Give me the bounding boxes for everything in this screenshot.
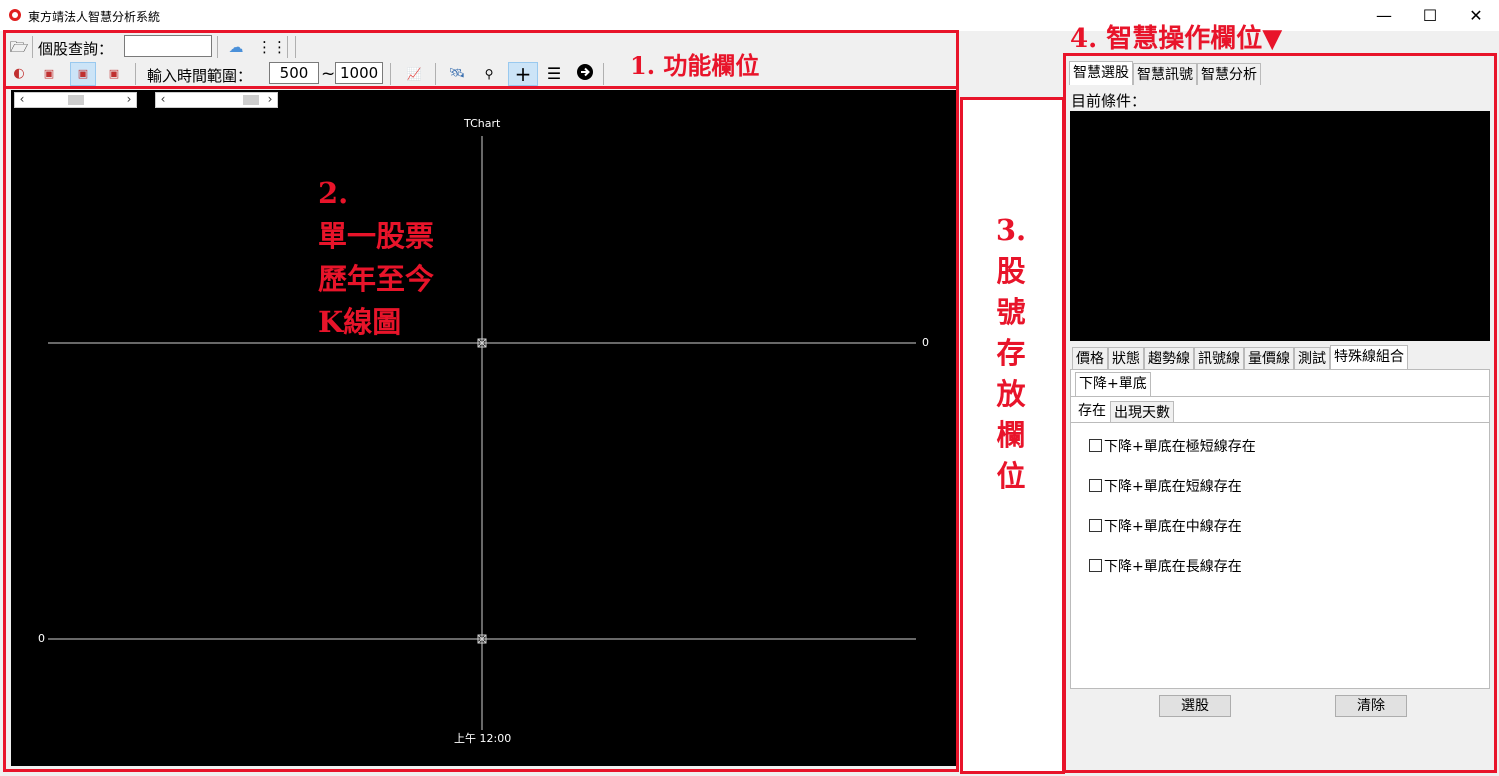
close-button[interactable]: ✕ xyxy=(1453,0,1499,31)
annotation-box-function xyxy=(3,30,959,89)
annotation-box-chart xyxy=(3,86,959,772)
annotation-chart-line: 單一股票 xyxy=(318,219,435,253)
annotation-storage-char: 3. xyxy=(995,213,1027,247)
annotation-box-smart xyxy=(1063,53,1497,773)
app-icon xyxy=(9,9,21,21)
annotation-storage-label: 3. 股 號 存 放 欄 位 xyxy=(991,210,1031,497)
annotation-chart-label: 2. 單一股票 歷年至今 K線圖 xyxy=(318,172,434,344)
annotation-function-label: 1. 功能欄位 xyxy=(630,51,760,80)
annotation-smart-label: 4. 智慧操作欄位▼ xyxy=(1070,24,1283,54)
annotation-chart-line: 2. xyxy=(318,176,349,210)
annotation-storage-char: 放 xyxy=(996,377,1026,411)
annotation-storage-char: 欄 xyxy=(996,418,1026,452)
annotation-storage-char: 股 xyxy=(996,254,1026,288)
annotation-storage-char: 存 xyxy=(996,336,1026,370)
annotation-chart-line: 歷年至今 xyxy=(318,262,435,296)
annotation-storage-char: 位 xyxy=(996,459,1026,493)
window-title: 東方靖法人智慧分析系統 xyxy=(28,10,161,24)
maximize-button[interactable]: ☐ xyxy=(1407,0,1453,31)
annotation-storage-char: 號 xyxy=(996,295,1026,329)
annotation-chart-line: K線圖 xyxy=(318,305,402,339)
minimize-button[interactable]: — xyxy=(1361,0,1407,31)
